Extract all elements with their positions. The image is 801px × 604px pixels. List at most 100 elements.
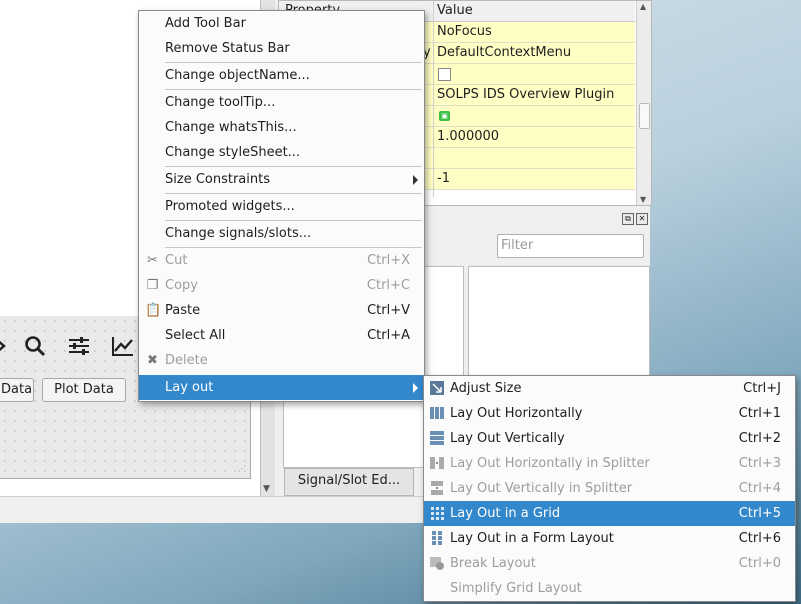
- arrow-icon[interactable]: [0, 335, 14, 357]
- menu-item-label: Add Tool Bar: [165, 16, 246, 31]
- menu-item-change-stylesheet[interactable]: Change styleSheet...: [139, 140, 424, 165]
- property-value: DefaultContextMenu: [437, 45, 572, 60]
- menu-item-label: Lay Out in a Grid: [450, 506, 561, 521]
- menu-item-change-whatsthis[interactable]: Change whatsThis...: [139, 115, 424, 140]
- line-chart-icon[interactable]: [111, 335, 135, 357]
- property-scrollbar[interactable]: ▲ ▼: [636, 1, 651, 205]
- menu-item-cut[interactable]: ✂ Cut Ctrl+X: [139, 248, 424, 273]
- menu-item-change-objectname[interactable]: Change objectName...: [139, 63, 424, 88]
- menu-item-adjust-size[interactable]: Adjust Size Ctrl+J: [424, 376, 795, 401]
- menu-item-label: Change styleSheet...: [165, 145, 301, 160]
- menu-item-label: Lay Out in a Form Layout: [450, 531, 614, 546]
- menu-item-shortcut: Ctrl+J: [743, 381, 781, 396]
- menu-item-break-layout[interactable]: Break Layout Ctrl+0: [424, 551, 795, 576]
- menu-item-label: Change signals/slots...: [165, 226, 312, 241]
- menu-item-lay-out[interactable]: Lay out: [139, 375, 424, 400]
- filter-input[interactable]: Filter: [497, 234, 644, 258]
- menu-item-lay-out-vertically[interactable]: Lay Out Vertically Ctrl+2: [424, 426, 795, 451]
- property-value: NoFocus: [437, 24, 492, 39]
- property-value: -1: [437, 171, 450, 186]
- menu-item-lay-out-horizontally[interactable]: Lay Out Horizontally Ctrl+1: [424, 401, 795, 426]
- menu-item-change-tooltip[interactable]: Change toolTip...: [139, 90, 424, 115]
- menu-item-change-signals-slots[interactable]: Change signals/slots...: [139, 221, 424, 246]
- close-dock-icon[interactable]: ✕: [636, 213, 648, 225]
- menu-item-shortcut: Ctrl+6: [738, 531, 781, 546]
- menu-item-label: Lay Out Vertically: [450, 431, 565, 446]
- menu-item-label: Break Layout: [450, 556, 536, 571]
- menu-item-select-all[interactable]: Select All Ctrl+A: [139, 323, 424, 348]
- plot-data-button[interactable]: Plot Data: [42, 378, 126, 402]
- scissors-icon: ✂: [147, 253, 158, 268]
- vertical-splitter-icon: [429, 480, 445, 496]
- menu-item-label: Delete: [165, 353, 208, 368]
- menu-item-label: Simplify Grid Layout: [450, 581, 582, 596]
- layout-submenu: Adjust Size Ctrl+J Lay Out Horizontally Ct…: [423, 375, 796, 602]
- menu-item-label: Paste: [165, 303, 201, 318]
- menu-item-lay-out-in-a-form-layout[interactable]: Lay Out in a Form Layout Ctrl+6: [424, 526, 795, 551]
- menu-item-label: Change toolTip...: [165, 95, 276, 110]
- resize-grip-icon[interactable]: ⋰: [238, 464, 248, 474]
- value-column-header[interactable]: Value: [437, 3, 473, 18]
- delete-x-icon: ✖: [147, 353, 158, 368]
- property-value: 1.000000: [437, 129, 500, 144]
- menu-item-label: Cut: [165, 253, 188, 268]
- menu-item-label: Change whatsThis...: [165, 120, 297, 135]
- menu-item-delete[interactable]: ✖ Delete: [139, 348, 424, 373]
- menu-item-shortcut: Ctrl+3: [738, 456, 781, 471]
- menu-item-shortcut: Ctrl+C: [366, 278, 410, 293]
- menu-item-label: Lay Out Horizontally: [450, 406, 583, 421]
- scroll-up-icon[interactable]: ▲: [640, 2, 646, 11]
- menu-item-simplify-grid-layout[interactable]: Simplify Grid Layout: [424, 576, 795, 601]
- scroll-down-icon[interactable]: ▼: [640, 195, 646, 204]
- search-icon[interactable]: [23, 335, 47, 357]
- menu-item-shortcut: Ctrl+2: [738, 431, 781, 446]
- menu-item-add-tool-bar[interactable]: Add Tool Bar: [139, 11, 424, 36]
- menu-item-promoted-widgets[interactable]: Promoted widgets...: [139, 194, 424, 219]
- menu-item-label: Copy: [165, 278, 198, 293]
- menu-item-shortcut: Ctrl+4: [738, 481, 781, 496]
- menu-item-label: Lay out: [165, 380, 214, 395]
- scroll-down-icon[interactable]: ▼: [263, 484, 270, 494]
- menu-item-label: Adjust Size: [450, 381, 522, 396]
- vertical-layout-icon: [429, 430, 445, 446]
- menu-item-shortcut: Ctrl+A: [367, 328, 410, 343]
- menu-item-shortcut: Ctrl+V: [367, 303, 410, 318]
- menu-item-label: Lay Out Vertically in Splitter: [450, 481, 633, 496]
- copy-icon: ❐: [146, 278, 159, 293]
- submenu-arrow-icon: [413, 383, 418, 393]
- menu-item-label: Remove Status Bar: [165, 41, 290, 56]
- menu-item-shortcut: Ctrl+1: [738, 406, 781, 421]
- menu-item-remove-status-bar[interactable]: Remove Status Bar: [139, 36, 424, 61]
- break-layout-icon: [429, 555, 445, 571]
- menu-item-paste[interactable]: 📋 Paste Ctrl+V: [139, 298, 424, 323]
- menu-item-lay-out-horizontally-in-splitter[interactable]: Lay Out Horizontally in Splitter Ctrl+3: [424, 451, 795, 476]
- data-button[interactable]: Data: [0, 378, 34, 402]
- scrollbar-thumb[interactable]: [639, 103, 650, 129]
- menu-item-label: Size Constraints: [165, 172, 270, 187]
- property-value: SOLPS IDS Overview Plugin: [437, 87, 615, 102]
- menu-item-lay-out-vertically-in-splitter[interactable]: Lay Out Vertically in Splitter Ctrl+4: [424, 476, 795, 501]
- grid-layout-icon: [429, 505, 445, 521]
- menu-item-shortcut: Ctrl+5: [738, 506, 781, 521]
- submenu-arrow-icon: [413, 175, 418, 185]
- menu-item-label: Promoted widgets...: [165, 199, 295, 214]
- float-dock-icon[interactable]: ⧉: [622, 213, 634, 225]
- menu-item-copy[interactable]: ❐ Copy Ctrl+C: [139, 273, 424, 298]
- property-checkbox[interactable]: [438, 68, 451, 81]
- menu-item-size-constraints[interactable]: Size Constraints: [139, 167, 424, 192]
- form-layout-icon: [429, 530, 445, 546]
- menu-item-shortcut: Ctrl+0: [738, 556, 781, 571]
- horizontal-layout-icon: [429, 405, 445, 421]
- column-divider: [433, 1, 434, 197]
- horizontal-splitter-icon: [429, 455, 445, 471]
- menu-item-label: Lay Out Horizontally in Splitter: [450, 456, 650, 471]
- tab-signal-slot-editor[interactable]: Signal/Slot Ed...: [284, 468, 414, 496]
- sliders-icon[interactable]: [67, 335, 91, 357]
- window-icon-preview-icon: ▣: [439, 111, 450, 121]
- adjust-size-icon: [429, 380, 445, 396]
- menu-item-label: Change objectName...: [165, 68, 310, 83]
- menu-item-lay-out-in-a-grid[interactable]: Lay Out in a Grid Ctrl+5: [424, 501, 795, 526]
- context-menu: Add Tool Bar Remove Status Bar Change ob…: [138, 10, 425, 402]
- menu-item-shortcut: Ctrl+X: [367, 253, 410, 268]
- paste-icon: 📋: [145, 303, 162, 318]
